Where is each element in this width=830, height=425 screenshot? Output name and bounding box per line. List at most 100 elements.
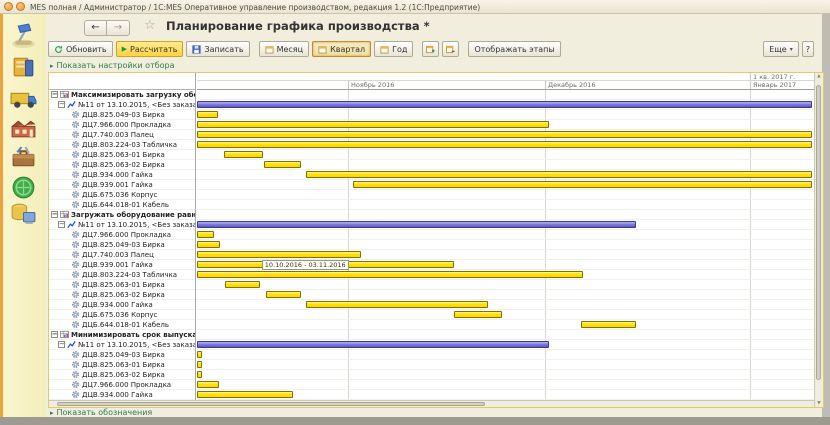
toolbox-icon[interactable] [9,144,38,171]
show-stages-toggle[interactable]: Отображать этапы [468,41,560,57]
horizontal-scrollbar[interactable] [49,400,814,407]
gantt-row [197,340,814,350]
tree-row-0-9[interactable]: ДЦБ.675.036 Корпус [49,190,195,200]
window-menu-button-2[interactable] [16,2,25,11]
tree-row-1-8[interactable]: ДЦВ.934.000 Гайка [49,300,195,310]
vertical-scroll-thumb[interactable] [816,85,821,380]
tree-row-group-0[interactable]: −Максимизировать загрузку оборудования [49,90,195,100]
expand-toggle-icon[interactable]: − [58,341,65,348]
horizontal-scroll-thumb[interactable] [57,402,485,406]
tree-row-0-1[interactable]: ДЦВ.825.049-03 Бирка [49,110,195,120]
gantt-bar-operation[interactable] [197,351,202,358]
tree-row-0-5[interactable]: ДЦВ.825.063-01 Бирка [49,150,195,160]
tree-row-1-0[interactable]: −№11 от 13.10.2015, <Без заказа>, ДЦБ.64… [49,220,195,230]
tree-row-1-10[interactable]: ДЦБ.644.018-01 Кабель [49,320,195,330]
gantt-chart-rows: 10.10.2016 - 03.11.2016 [197,90,814,400]
scroll-up-icon[interactable]: ▲ [815,74,823,79]
gantt-bar-operation[interactable] [454,311,502,318]
tree-row-2-2[interactable]: ДЦВ.825.063-01 Бирка [49,360,195,370]
gantt-row [197,280,814,290]
more-button[interactable]: Еще ▾ [763,41,799,57]
zoom-in-scale-button[interactable] [422,41,439,57]
gantt-row [197,120,814,130]
tree-row-1-9[interactable]: ДЦБ.675.036 Корпус [49,310,195,320]
gantt-bar-order[interactable] [197,101,812,108]
tree-row-2-0[interactable]: −№11 от 13.10.2015, <Без заказа>, ДЦБ.64… [49,340,195,350]
refresh-button[interactable]: Обновить [48,41,113,57]
tree-row-0-3[interactable]: ДЦ7.740.003 Палец [49,130,195,140]
documents-icon[interactable] [9,53,38,80]
tree-row-label: ДЦВ.803.224-03 Табличка [82,271,177,279]
expand-toggle-icon[interactable]: − [51,331,58,338]
back-button[interactable]: ← [84,20,107,36]
tree-row-1-5[interactable]: ДЦВ.803.224-03 Табличка [49,270,195,280]
tree-row-1-2[interactable]: ДЦВ.825.049-03 Бирка [49,240,195,250]
desk-lamp-icon[interactable] [9,22,38,49]
tree-row-group-1[interactable]: −Загружать оборудование равномерно [49,210,195,220]
gantt-bar-operation[interactable] [197,251,361,258]
gantt-bar-operation[interactable] [197,141,812,148]
gantt-bar-operation[interactable] [197,241,220,248]
help-button[interactable]: ? [802,41,814,57]
scale-month-button[interactable]: Месяц [259,41,309,57]
gantt-bar-operation[interactable] [197,361,202,368]
save-button[interactable]: Записать [186,41,249,57]
factory-icon[interactable] [9,114,38,141]
tree-row-0-7[interactable]: ДЦВ.934.000 Гайка [49,170,195,180]
tree-row-2-1[interactable]: ДЦВ.825.049-03 Бирка [49,350,195,360]
tree-row-0-6[interactable]: ДЦВ.825.063-02 Бирка [49,160,195,170]
gantt-bar-operation[interactable] [197,381,219,388]
forward-button[interactable]: → [107,20,130,36]
gantt-bar-operation[interactable] [306,171,812,178]
gantt-bar-operation[interactable] [353,181,812,188]
gantt-bar-order[interactable] [197,221,636,228]
scroll-down-icon[interactable]: ▼ [815,401,823,406]
database-icon[interactable] [9,200,38,227]
window-menu-button[interactable] [4,2,13,11]
tree-row-0-8[interactable]: ДЦВ.939.001 Гайка [49,180,195,190]
expand-toggle-icon[interactable]: − [58,101,65,108]
gantt-bar-operation[interactable] [264,161,301,168]
expand-toggle-icon[interactable]: − [51,91,58,98]
tree-row-1-3[interactable]: ДЦ7.740.003 Палец [49,250,195,260]
zoom-out-scale-button[interactable] [442,41,459,57]
chevron-down-icon: ▾ [790,46,793,53]
tree-row-0-2[interactable]: ДЦ7.966.000 Прокладка [49,120,195,130]
gantt-bar-operation[interactable] [581,321,635,328]
calculate-button[interactable]: ▶ Рассчитать [116,41,184,57]
gantt-bar-operation[interactable] [197,271,583,278]
expand-toggle-icon[interactable]: − [51,211,58,218]
gantt-row: 10.10.2016 - 03.11.2016 [197,260,814,270]
gantt-bar-operation[interactable] [197,391,293,398]
gantt-bar-operation[interactable] [197,231,214,238]
tree-row-0-4[interactable]: ДЦВ.803.224-03 Табличка [49,140,195,150]
gantt-bar-operation[interactable] [197,121,549,128]
truck-icon[interactable] [9,85,38,112]
tree-row-0-0[interactable]: −№11 от 13.10.2015, <Без заказа>, ДЦБ.64… [49,100,195,110]
gantt-bar-operation[interactable] [197,111,218,118]
tree-row-1-6[interactable]: ДЦВ.825.063-01 Бирка [49,280,195,290]
favorite-star-icon[interactable]: ☆ [144,18,156,33]
tree-row-0-10[interactable]: ДЦБ.644.018-01 Кабель [49,200,195,210]
tree-row-group-2[interactable]: −Минимизировать срок выпуска [49,330,195,340]
gantt-bar-order[interactable] [197,341,549,348]
globe-icon[interactable] [9,174,38,201]
gantt-bar-operation[interactable] [266,291,301,298]
gantt-bar-operation[interactable] [225,281,260,288]
vertical-scrollbar[interactable]: ▲ ▼ [814,73,823,407]
tree-row-2-3[interactable]: ДЦВ.825.063-02 Бирка [49,370,195,380]
gantt-bar-operation[interactable] [197,371,202,378]
scale-year-button[interactable]: Год [374,41,413,57]
gantt-bar-operation[interactable] [306,301,487,308]
tree-row-2-5[interactable]: ДЦВ.934.000 Гайка [49,390,195,400]
show-legend-link[interactable]: ▸Показать обозначения [50,408,152,417]
tree-row-1-4[interactable]: ДЦВ.939.001 Гайка [49,260,195,270]
show-filter-settings-link[interactable]: ▸Показать настройки отбора [50,61,175,70]
scale-quarter-button[interactable]: Квартал [312,41,371,57]
expand-toggle-icon[interactable]: − [58,221,65,228]
tree-row-2-4[interactable]: ДЦ7.966.000 Прокладка [49,380,195,390]
tree-row-1-1[interactable]: ДЦ7.966.000 Прокладка [49,230,195,240]
tree-row-1-7[interactable]: ДЦВ.825.063-02 Бирка [49,290,195,300]
gantt-bar-operation[interactable] [224,151,263,158]
gantt-bar-operation[interactable] [197,131,812,138]
